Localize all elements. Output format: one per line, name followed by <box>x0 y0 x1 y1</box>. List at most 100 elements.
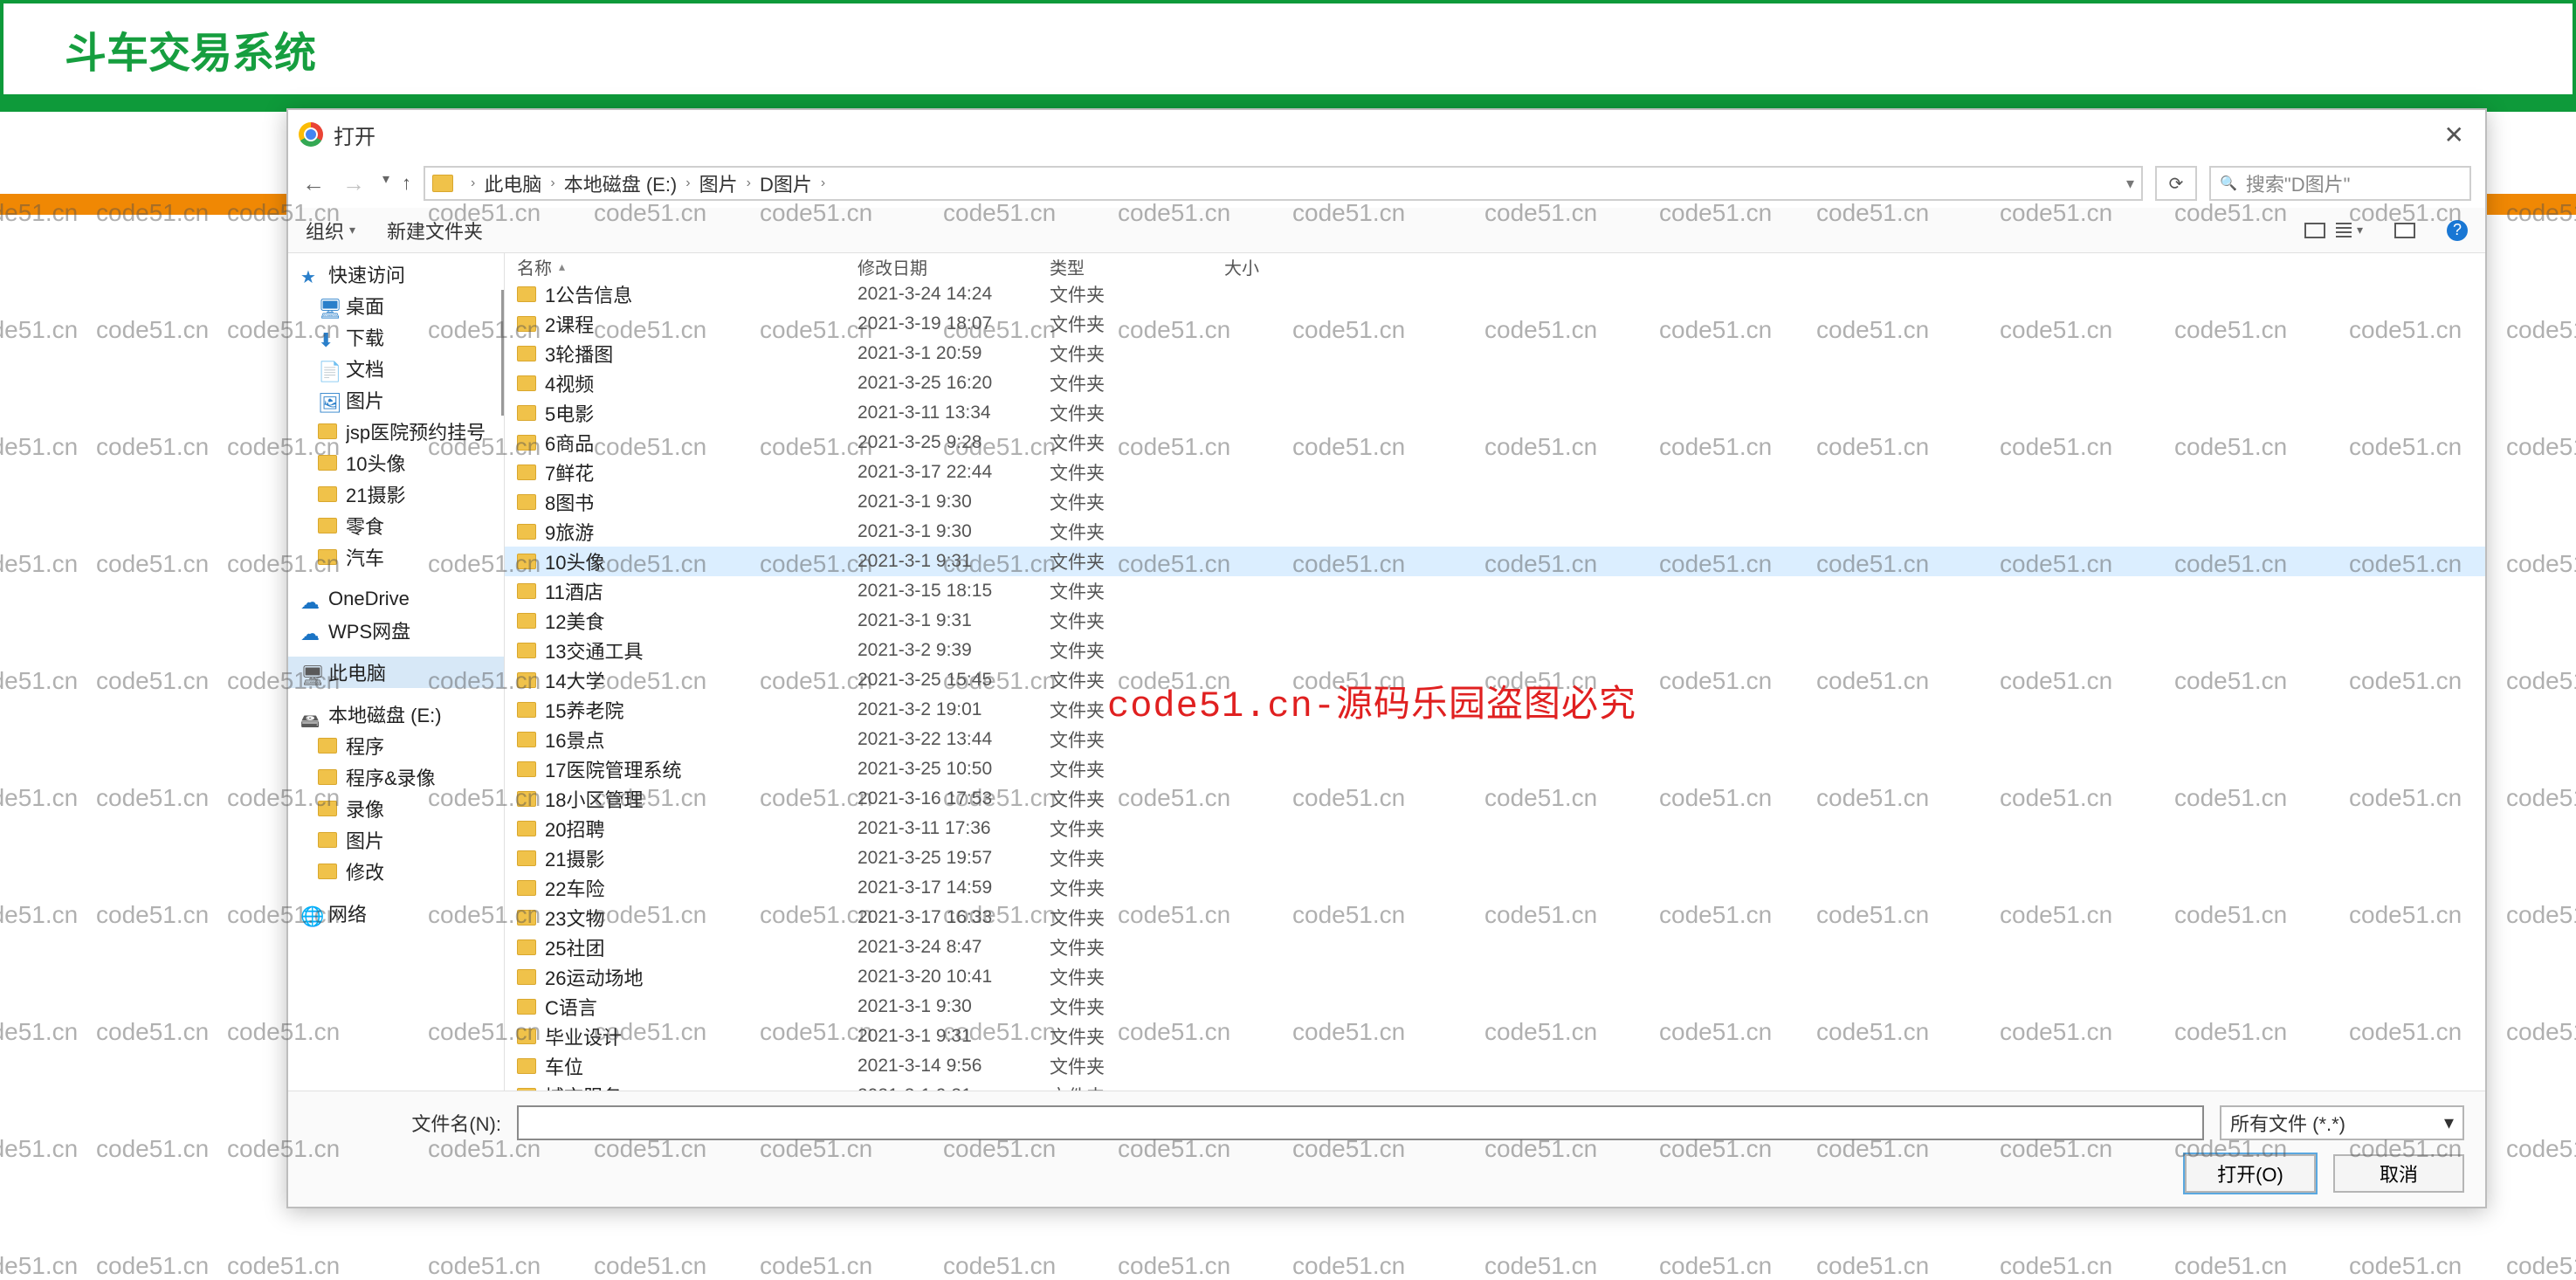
nav-quick-item[interactable]: 汽车 <box>288 541 504 573</box>
nav-quick-item[interactable]: jsp医院预约挂号 <box>288 416 504 447</box>
drive-icon: 🖴 <box>300 706 320 722</box>
file-type: 文件夹 <box>1050 430 1224 456</box>
nav-quick-item[interactable]: 10头像 <box>288 447 504 478</box>
file-row[interactable]: 12美食2021-3-1 9:31文件夹 <box>505 606 2485 636</box>
file-row[interactable]: 16景点2021-3-22 13:44文件夹 <box>505 725 2485 754</box>
new-folder-button[interactable]: 新建文件夹 <box>387 217 483 244</box>
forward-icon[interactable]: → <box>342 170 365 197</box>
nav-quick-item[interactable]: 🖥桌面 <box>288 290 504 321</box>
file-row[interactable]: 2课程2021-3-19 18:07文件夹 <box>505 309 2485 339</box>
nav-network[interactable]: 🌐网络 <box>288 898 504 929</box>
filename-input[interactable] <box>517 1105 2204 1140</box>
watermark-text: code51.cn <box>428 1252 541 1280</box>
folder-icon <box>517 524 536 540</box>
file-date: 2021-3-1 9:31 <box>858 1026 1050 1047</box>
file-row[interactable]: 26运动场地2021-3-20 10:41文件夹 <box>505 962 2485 992</box>
watermark-text: code51.cn <box>1118 1252 1230 1280</box>
view-large-icon[interactable] <box>2394 223 2415 238</box>
help-icon[interactable]: ? <box>2447 220 2468 241</box>
file-row[interactable]: 15养老院2021-3-2 19:01文件夹 <box>505 695 2485 725</box>
file-row[interactable]: 23文物2021-3-17 16:33文件夹 <box>505 903 2485 932</box>
col-date[interactable]: 修改日期 <box>858 254 1050 279</box>
file-row[interactable]: 21摄影2021-3-25 19:57文件夹 <box>505 843 2485 873</box>
crumb-pc[interactable]: 此电脑 <box>484 169 541 197</box>
nav-drive-subitem[interactable]: 程序&录像 <box>288 761 504 793</box>
up-icon[interactable]: ↑ <box>402 172 411 195</box>
nav-this-pc[interactable]: 🖥此电脑 <box>288 657 504 688</box>
nav-drive-subitem[interactable]: 程序 <box>288 730 504 761</box>
crumb-drive[interactable]: 本地磁盘 (E:) <box>564 169 678 197</box>
file-row[interactable]: 8图书2021-3-1 9:30文件夹 <box>505 487 2485 517</box>
recent-dropdown-icon[interactable]: ▾ <box>382 170 389 197</box>
file-row[interactable]: 14大学2021-3-25 15:45文件夹 <box>505 665 2485 695</box>
back-icon[interactable]: ← <box>302 170 325 197</box>
file-name: 8图书 <box>545 488 858 516</box>
nav-quick-item[interactable]: 🖼图片 <box>288 384 504 416</box>
cancel-button[interactable]: 取消 <box>2333 1154 2464 1193</box>
crumb-dpics[interactable]: D图片 <box>760 169 812 197</box>
file-row[interactable]: 1公告信息2021-3-24 14:24文件夹 <box>505 279 2485 309</box>
col-size[interactable]: 大小 <box>1224 254 1329 279</box>
file-row[interactable]: 城市服务2021-3-1 9:31文件夹 <box>505 1081 2485 1091</box>
file-date: 2021-3-22 13:44 <box>858 729 1050 750</box>
folder-icon <box>517 583 536 599</box>
nav-quick-item[interactable]: 21摄影 <box>288 478 504 510</box>
file-type: 文件夹 <box>1050 637 1224 664</box>
file-row[interactable]: 11酒店2021-3-15 18:15文件夹 <box>505 576 2485 606</box>
file-rows[interactable]: 1公告信息2021-3-24 14:24文件夹2课程2021-3-19 18:0… <box>505 279 2485 1091</box>
file-name: 7鲜花 <box>545 458 858 486</box>
dialog-footer: 文件名(N): 所有文件 (*.*)▾ 打开(O) 取消 <box>288 1091 2485 1207</box>
view-details-icon[interactable]: ▾ <box>2304 223 2363 238</box>
file-row[interactable]: 10头像2021-3-1 9:31文件夹 <box>505 547 2485 576</box>
search-input[interactable]: 🔍 搜索"D图片" <box>2209 166 2471 201</box>
file-row[interactable]: 车位2021-3-14 9:56文件夹 <box>505 1051 2485 1081</box>
file-name: 3轮播图 <box>545 340 858 368</box>
refresh-button[interactable]: ⟳ <box>2155 166 2197 201</box>
address-box[interactable]: › 此电脑 › 本地磁盘 (E:) › 图片 › D图片 › ▾ <box>424 166 2143 201</box>
file-row[interactable]: 20招聘2021-3-11 17:36文件夹 <box>505 814 2485 843</box>
file-row[interactable]: 25社团2021-3-24 8:47文件夹 <box>505 932 2485 962</box>
col-type[interactable]: 类型 <box>1050 254 1224 279</box>
nav-quick-access[interactable]: ★快速访问 <box>288 258 504 290</box>
nav-wps[interactable]: ☁WPS网盘 <box>288 615 504 646</box>
organize-button[interactable]: 组织▾ <box>306 217 355 244</box>
nav-drive-e[interactable]: 🖴本地磁盘 (E:) <box>288 698 504 730</box>
file-row[interactable]: 17医院管理系统2021-3-25 10:50文件夹 <box>505 754 2485 784</box>
file-name: 25社团 <box>545 933 858 961</box>
file-date: 2021-3-20 10:41 <box>858 967 1050 988</box>
file-row[interactable]: 9旅游2021-3-1 9:30文件夹 <box>505 517 2485 547</box>
nav-quick-item[interactable]: 📄文档 <box>288 353 504 384</box>
watermark-text: code51.cn <box>2506 1135 2576 1163</box>
file-name: 11酒店 <box>545 577 858 605</box>
file-row[interactable]: 13交通工具2021-3-2 9:39文件夹 <box>505 636 2485 665</box>
col-name[interactable]: 名称 ▴ <box>517 254 858 279</box>
folder-icon <box>517 880 536 896</box>
nav-drive-subitem[interactable]: 图片 <box>288 824 504 856</box>
watermark-text: code51.cn <box>2506 667 2576 695</box>
filename-label: 文件名(N): <box>309 1109 501 1137</box>
file-name: 15养老院 <box>545 696 858 724</box>
file-row[interactable]: 毕业设计2021-3-1 9:31文件夹 <box>505 1022 2485 1051</box>
crumb-pics[interactable]: 图片 <box>699 169 738 197</box>
file-row[interactable]: 22车险2021-3-17 14:59文件夹 <box>505 873 2485 903</box>
open-button[interactable]: 打开(O) <box>2185 1154 2316 1193</box>
folder-icon <box>517 850 536 866</box>
address-dropdown-icon[interactable]: ▾ <box>2126 175 2134 193</box>
nav-quick-item[interactable]: 零食 <box>288 510 504 541</box>
file-row[interactable]: 7鲜花2021-3-17 22:44文件夹 <box>505 458 2485 487</box>
file-row[interactable]: 3轮播图2021-3-1 20:59文件夹 <box>505 339 2485 368</box>
nav-onedrive[interactable]: ☁OneDrive <box>288 583 504 615</box>
file-row[interactable]: 4视频2021-3-25 16:20文件夹 <box>505 368 2485 398</box>
file-filter-dropdown[interactable]: 所有文件 (*.*)▾ <box>2220 1105 2464 1140</box>
folder-icon <box>318 518 337 533</box>
file-row[interactable]: 5电影2021-3-11 13:34文件夹 <box>505 398 2485 428</box>
file-row[interactable]: C语言2021-3-1 9:30文件夹 <box>505 992 2485 1022</box>
file-row[interactable]: 18小区管理2021-3-16 17:53文件夹 <box>505 784 2485 814</box>
file-date: 2021-3-24 8:47 <box>858 937 1050 958</box>
nav-drive-subitem[interactable]: 修改 <box>288 856 504 887</box>
file-row[interactable]: 6商品2021-3-25 9:28文件夹 <box>505 428 2485 458</box>
file-name: 5电影 <box>545 399 858 427</box>
close-icon[interactable]: ✕ <box>2434 117 2475 153</box>
nav-quick-item[interactable]: ⬇下载 <box>288 321 504 353</box>
nav-drive-subitem[interactable]: 录像 <box>288 793 504 824</box>
